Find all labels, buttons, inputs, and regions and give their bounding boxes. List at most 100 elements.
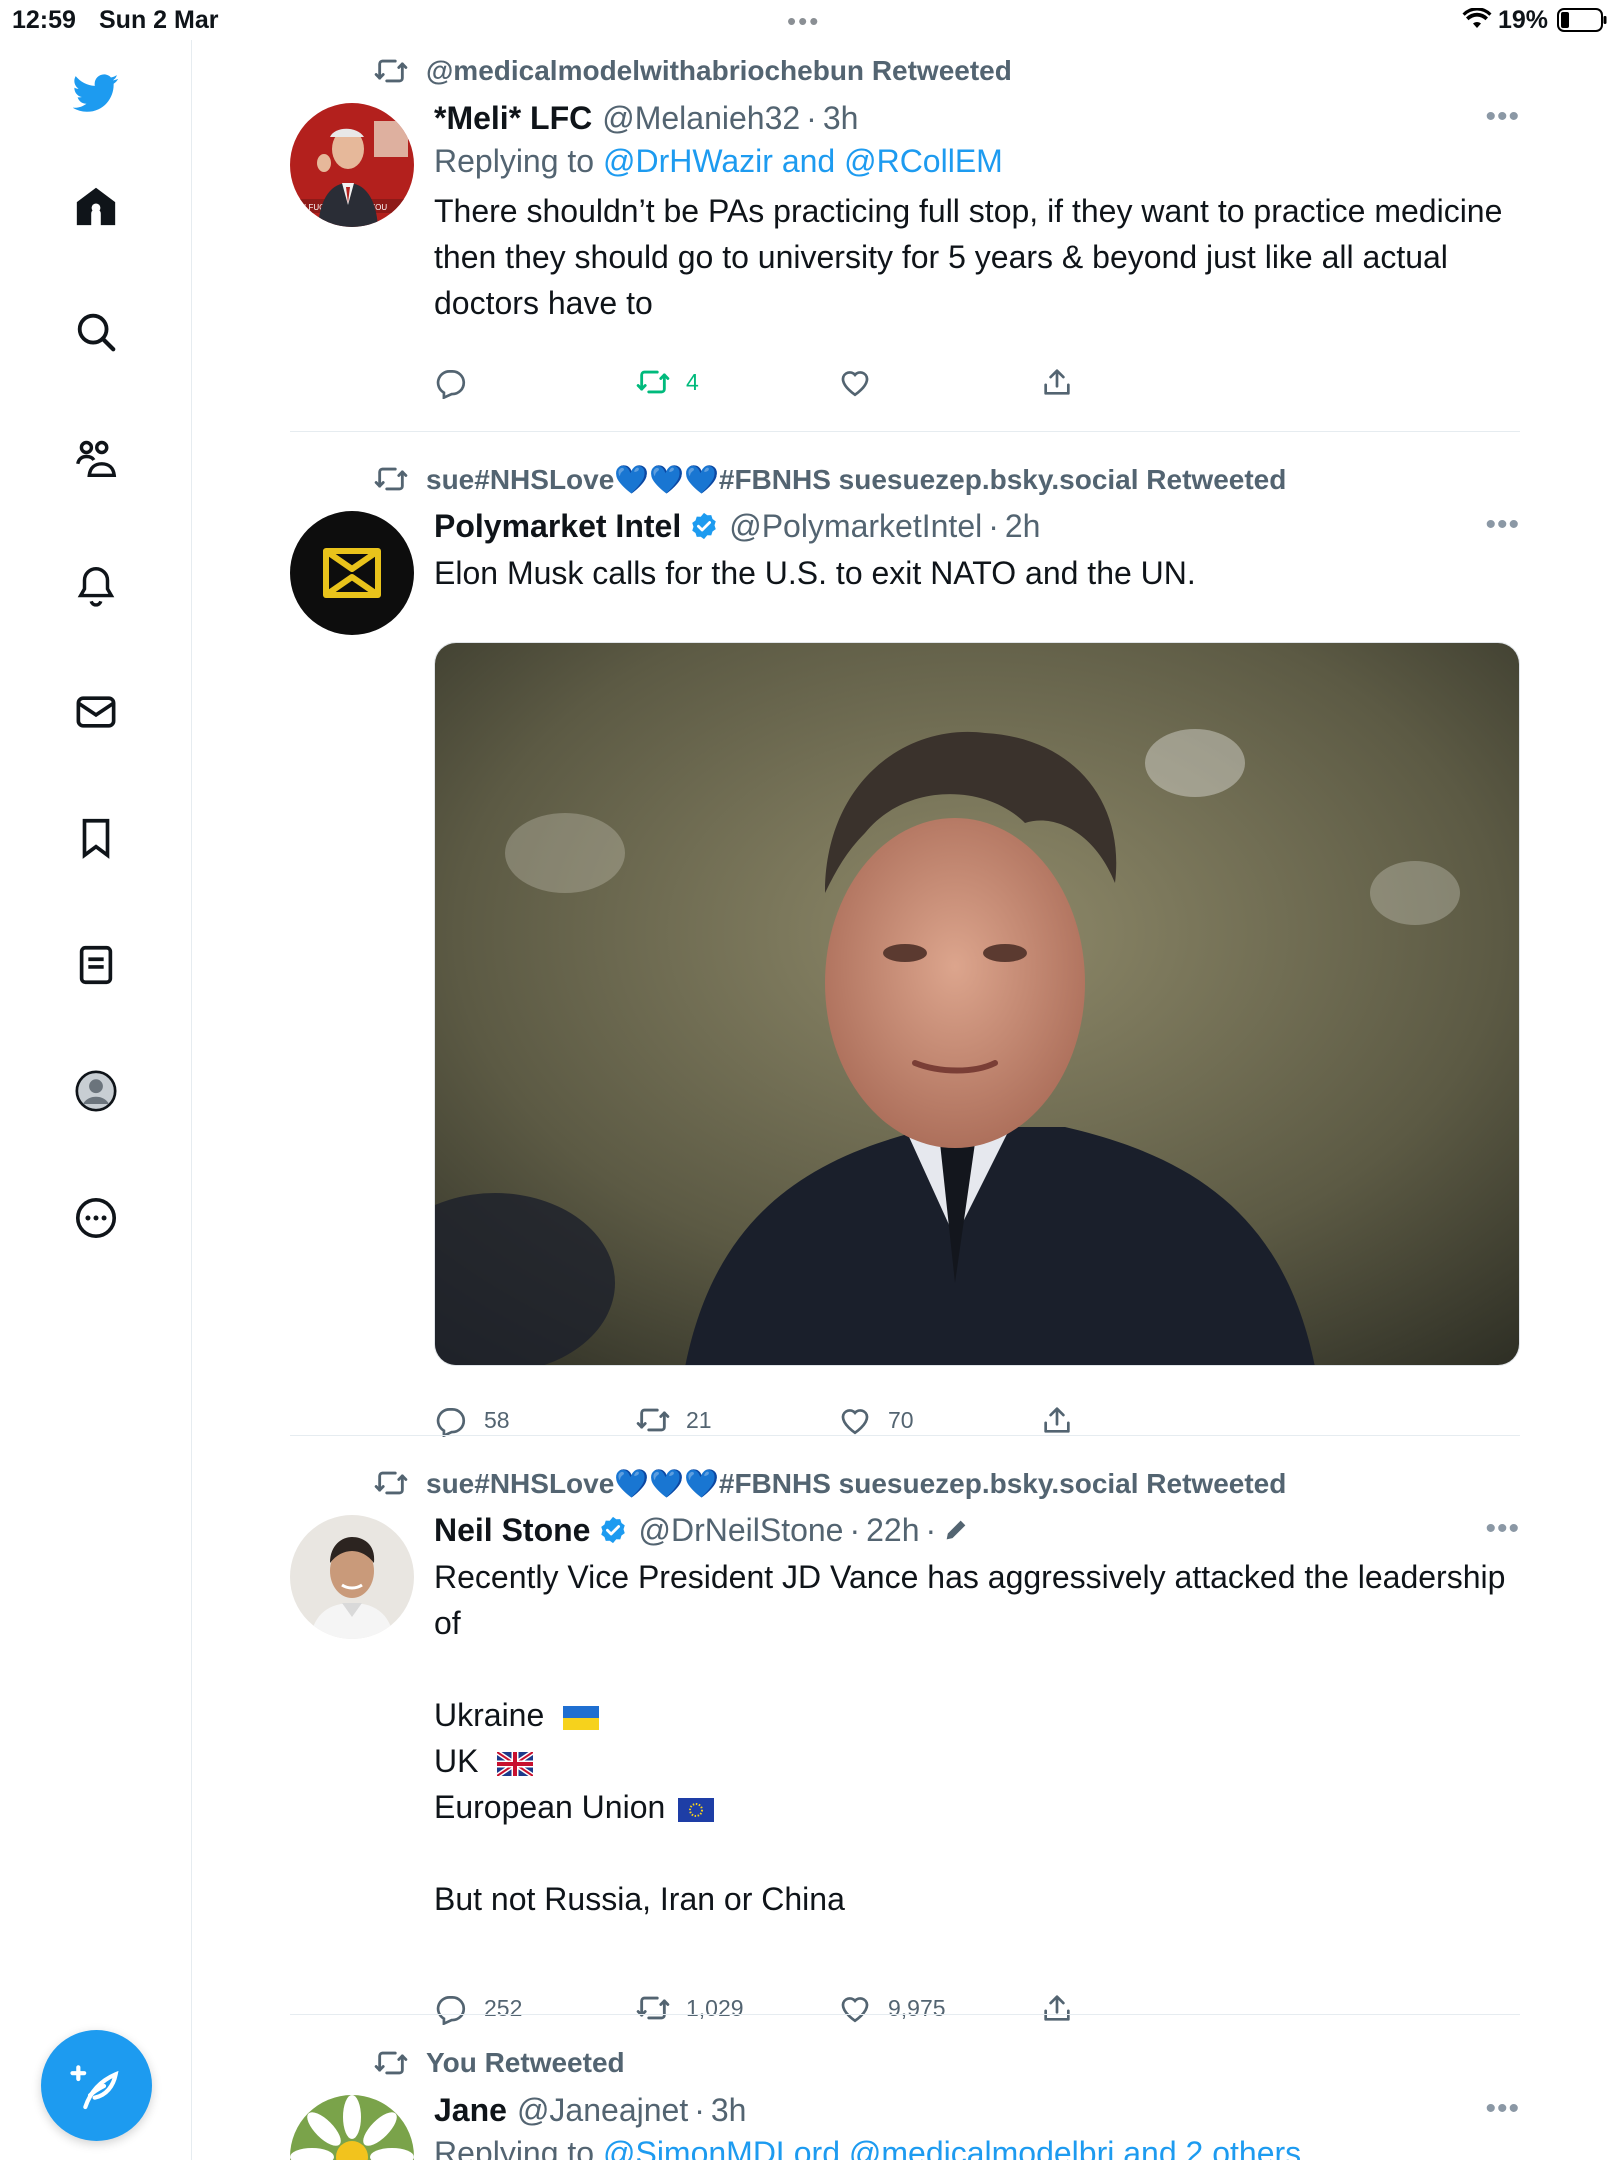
compose-icon[interactable] — [41, 2030, 152, 2141]
tweet-time[interactable]: 22h — [866, 1512, 919, 1549]
communities-icon[interactable] — [66, 429, 126, 489]
like-button[interactable] — [838, 362, 888, 402]
reply-button[interactable] — [434, 362, 484, 402]
share-button[interactable] — [1040, 362, 1090, 402]
retweet-icon — [374, 59, 408, 83]
retweet-button[interactable]: 1,029 — [636, 1988, 744, 2028]
tweet-text-span: European Union — [434, 1789, 666, 1825]
messages-icon[interactable] — [66, 682, 126, 742]
tweet[interactable]: @medicalmodelwithabriochebun Retweeted I… — [290, 50, 1520, 410]
status-date: Sun 2 Mar — [99, 6, 219, 34]
verified-badge-icon — [692, 512, 716, 540]
tweet-text-line — [434, 1830, 1520, 1876]
share-button[interactable] — [1040, 1400, 1090, 1440]
tweet-image[interactable] — [434, 642, 1520, 1366]
user-handle[interactable]: @Janeajnet — [517, 2092, 688, 2129]
uk-flag-icon — [497, 1751, 534, 1776]
tweet-time[interactable]: 2h — [1005, 508, 1041, 545]
avatar[interactable] — [290, 511, 414, 635]
more-options-icon[interactable]: ••• — [1485, 100, 1520, 134]
tweet-body: Neil Stone @DrNeilStone · 22h · ••• Rece… — [434, 1510, 1520, 1922]
reply-icon — [436, 1408, 466, 1437]
tweet-text-line — [434, 1646, 1520, 1692]
status-bar: 12:59 Sun 2 Mar ••• 19% — [0, 0, 1620, 40]
display-name[interactable]: Polymarket Intel — [434, 508, 681, 545]
status-time: 12:59 — [12, 6, 76, 34]
separator-dot: · — [849, 1511, 861, 1548]
separator-dot: · — [694, 2091, 705, 2128]
replying-to-link[interactable]: @DrHWazir and @RCollEM — [603, 143, 1003, 179]
edited-pencil-icon[interactable] — [942, 1516, 970, 1544]
more-options-icon[interactable]: ••• — [1485, 2092, 1520, 2126]
retweet-context: sue#NHSLove💙💙💙#FBNHS suesuezep.bsky.soci… — [374, 1466, 1286, 1500]
lists-icon[interactable] — [66, 935, 126, 995]
retweet-context: You Retweeted — [374, 2046, 625, 2080]
tweet-text-span: UK — [434, 1743, 479, 1779]
avatar[interactable] — [290, 2095, 414, 2160]
twitter-logo-icon[interactable] — [66, 63, 126, 123]
reply-button[interactable]: 252 — [434, 1988, 522, 2028]
more-options-icon[interactable]: ••• — [1485, 1512, 1520, 1546]
tweet-header: Neil Stone @DrNeilStone · 22h · — [434, 1510, 1520, 1550]
display-name[interactable]: Jane — [434, 2092, 507, 2129]
replying-to-link[interactable]: @SimonMDLord @medicalmodelbri and 2 othe… — [603, 2135, 1301, 2160]
display-name[interactable]: Neil Stone — [434, 1512, 590, 1549]
tweet-text-line: There shouldn’t be PAs practicing full s… — [434, 193, 1503, 321]
like-count: 70 — [888, 1406, 914, 1433]
tweet[interactable]: You Retweeted Jane @Janeajnet · 3h ••• R… — [290, 2042, 1520, 2160]
more-options-icon[interactable]: ••• — [1485, 508, 1520, 542]
retweeted-by[interactable]: sue#NHSLove💙💙💙#FBNHS suesuezep.bsky.soci… — [426, 463, 1286, 496]
tweet-header: Polymarket Intel @PolymarketIntel · 2h — [434, 506, 1520, 546]
share-icon — [1044, 1407, 1070, 1433]
like-count: 9,975 — [888, 1994, 946, 2021]
retweet-button[interactable]: 4 — [636, 362, 699, 402]
separator-dot: · — [925, 1511, 937, 1548]
reply-icon — [436, 370, 466, 399]
heart-icon — [841, 1997, 869, 2023]
tweet-actions: 58 21 70 — [434, 1400, 1134, 1440]
tweet-time[interactable]: 3h — [711, 2092, 747, 2129]
tweet-text: Elon Musk calls for the U.S. to exit NAT… — [434, 550, 1520, 596]
retweet-icon — [636, 370, 670, 394]
retweet-count: 1,029 — [686, 1994, 744, 2021]
search-icon[interactable] — [66, 302, 126, 362]
retweeted-by[interactable]: You Retweeted — [426, 2047, 625, 2079]
user-handle[interactable]: @Melanieh32 — [602, 100, 800, 137]
tweet-body: *Meli* LFC @Melanieh32 · 3h ••• Replying… — [434, 98, 1520, 326]
bookmarks-icon[interactable] — [66, 808, 126, 868]
like-button[interactable]: 9,975 — [838, 1988, 946, 2028]
tweet-time[interactable]: 3h — [823, 100, 859, 137]
retweet-count: 21 — [686, 1406, 712, 1433]
retweet-icon — [374, 1471, 408, 1495]
avatar[interactable] — [290, 1515, 414, 1639]
display-name[interactable]: *Meli* LFC — [434, 100, 592, 137]
tweet-actions: 4 — [434, 362, 1134, 402]
tweet[interactable]: sue#NHSLove💙💙💙#FBNHS suesuezep.bsky.soci… — [290, 458, 1520, 1448]
tweet-actions: 252 1,029 9,975 — [434, 1988, 1134, 2028]
share-icon — [1044, 1995, 1070, 2021]
user-handle[interactable]: @PolymarketIntel — [729, 508, 982, 545]
retweet-icon — [374, 2051, 408, 2075]
more-icon[interactable] — [66, 1188, 126, 1248]
tweet-text-line: European Union — [434, 1784, 1520, 1830]
multitasking-dots-icon[interactable]: ••• — [787, 6, 820, 37]
retweet-button[interactable]: 21 — [636, 1400, 712, 1440]
retweeted-by[interactable]: sue#NHSLove💙💙💙#FBNHS suesuezep.bsky.soci… — [426, 1467, 1286, 1500]
like-button[interactable]: 70 — [838, 1400, 914, 1440]
tweet-divider — [290, 2014, 1520, 2015]
user-handle[interactable]: @DrNeilStone — [638, 1512, 843, 1549]
notifications-icon[interactable] — [66, 556, 126, 616]
profile-icon[interactable] — [66, 1061, 126, 1121]
separator-dot: · — [988, 507, 999, 544]
retweeted-by[interactable]: @medicalmodelwithabriochebun Retweeted — [426, 55, 1012, 87]
tweet-divider — [290, 431, 1520, 432]
tweet[interactable]: sue#NHSLove💙💙💙#FBNHS suesuezep.bsky.soci… — [290, 1462, 1520, 2025]
reply-icon — [436, 1996, 466, 2025]
home-icon[interactable] — [66, 176, 126, 236]
retweet-context: @medicalmodelwithabriochebun Retweeted — [374, 54, 1012, 88]
share-button[interactable] — [1040, 1988, 1090, 2028]
avatar[interactable]: I FUCKING TOLD YOU — [290, 103, 414, 227]
reply-button[interactable]: 58 — [434, 1400, 510, 1440]
tweet-text: Recently Vice President JD Vance has agg… — [434, 1554, 1520, 1922]
retweet-icon — [636, 1996, 670, 2020]
